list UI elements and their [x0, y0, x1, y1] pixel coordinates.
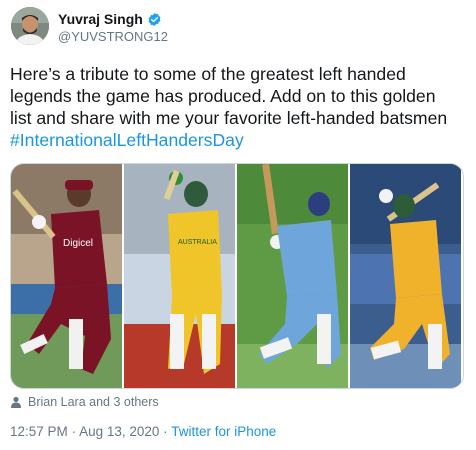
- photo-2[interactable]: AUSTRALIA: [124, 164, 235, 388]
- meta-separator: ·: [71, 424, 77, 439]
- verified-badge-icon: [147, 12, 162, 27]
- tweet-line: legends the game has produced. Add on to…: [10, 86, 436, 106]
- handle[interactable]: @YUVSTRONG12: [58, 29, 168, 44]
- tweet-date[interactable]: Aug 13, 2020: [79, 424, 159, 439]
- photo-2-jersey-text: AUSTRALIA: [178, 239, 217, 246]
- tweet-line: Here’s a tribute to some of the greatest…: [10, 64, 406, 84]
- meta-separator: ·: [163, 424, 168, 439]
- tweet-source-link[interactable]: Twitter for iPhone: [171, 424, 276, 439]
- media-grid: Digicel AUSTRALIA: [10, 163, 464, 389]
- photo-1-jersey-text: Digicel: [63, 238, 93, 249]
- tweet-text: Here’s a tribute to some of the greatest…: [10, 63, 472, 151]
- tweet-line: list and share with me your favorite lef…: [10, 108, 448, 128]
- hashtag-link[interactable]: #InternationalLeftHandersDay: [10, 129, 472, 151]
- display-name[interactable]: Yuvraj Singh: [58, 11, 143, 27]
- tweet-time[interactable]: 12:57 PM: [10, 424, 68, 439]
- tagged-text[interactable]: Brian Lara and 3 others: [28, 395, 159, 409]
- tagged-people[interactable]: Brian Lara and 3 others: [10, 395, 159, 409]
- person-icon: [10, 396, 22, 408]
- avatar[interactable]: [11, 7, 49, 45]
- photo-4[interactable]: [350, 164, 461, 388]
- photo-3[interactable]: [237, 164, 348, 388]
- tweet-meta: 12:57 PM · Aug 13, 2020 · Twitter for iP…: [10, 424, 276, 439]
- author-name-row[interactable]: Yuvraj Singh: [58, 11, 162, 27]
- photo-1[interactable]: Digicel: [11, 164, 122, 388]
